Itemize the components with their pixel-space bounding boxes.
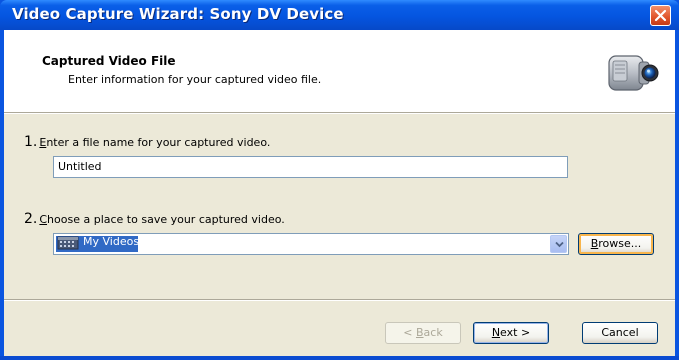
next-label: ext > bbox=[500, 326, 531, 339]
step-1-number: 1. bbox=[24, 134, 38, 150]
step-2-number: 2. bbox=[24, 211, 38, 227]
chevron-down-icon bbox=[555, 241, 564, 248]
next-button[interactable]: Next > bbox=[473, 322, 549, 344]
dialog-client-area: Captured Video File Enter information fo… bbox=[4, 30, 675, 356]
close-button[interactable] bbox=[650, 5, 671, 26]
step-1-text: nter a file name for your captured video… bbox=[46, 136, 271, 149]
cancel-button[interactable]: Cancel bbox=[582, 322, 658, 344]
folder-icon bbox=[57, 236, 79, 250]
step-2-label: 2. Choose a place to save your captured v… bbox=[24, 211, 285, 227]
camcorder-icon bbox=[608, 55, 659, 91]
dropdown-arrow-button[interactable] bbox=[550, 235, 567, 253]
window-frame-bottom bbox=[0, 356, 679, 360]
file-name-input[interactable]: Untitled bbox=[53, 156, 568, 178]
selected-location-text: My Videos bbox=[83, 235, 140, 248]
window-title: Video Capture Wizard: Sony DV Device bbox=[12, 5, 344, 23]
browse-button[interactable]: Browse... bbox=[578, 233, 654, 255]
browse-label: rowse... bbox=[598, 237, 642, 250]
header-subtitle: Enter information for your captured vide… bbox=[68, 73, 322, 86]
step-1-label: 1. Enter a file name for your captured vi… bbox=[24, 134, 270, 150]
back-mnemonic: B bbox=[416, 326, 424, 339]
save-location-dropdown[interactable]: My Videos bbox=[53, 233, 569, 255]
footer-separator bbox=[4, 299, 675, 301]
back-prefix: < bbox=[403, 326, 416, 339]
close-icon bbox=[654, 9, 667, 22]
wizard-header: Captured Video File Enter information fo… bbox=[4, 30, 675, 112]
back-label: ack bbox=[423, 326, 443, 339]
back-button[interactable]: < Back bbox=[385, 322, 461, 344]
step-2-mnemonic: C bbox=[39, 213, 48, 226]
wizard-window: Video Capture Wizard: Sony DV Device Cap… bbox=[0, 0, 679, 360]
header-title: Captured Video File bbox=[42, 54, 176, 68]
title-bar[interactable]: Video Capture Wizard: Sony DV Device bbox=[0, 0, 679, 30]
step-2-text: hoose a place to save your captured vide… bbox=[47, 213, 285, 226]
next-mnemonic: N bbox=[491, 326, 501, 339]
header-separator bbox=[4, 112, 675, 114]
